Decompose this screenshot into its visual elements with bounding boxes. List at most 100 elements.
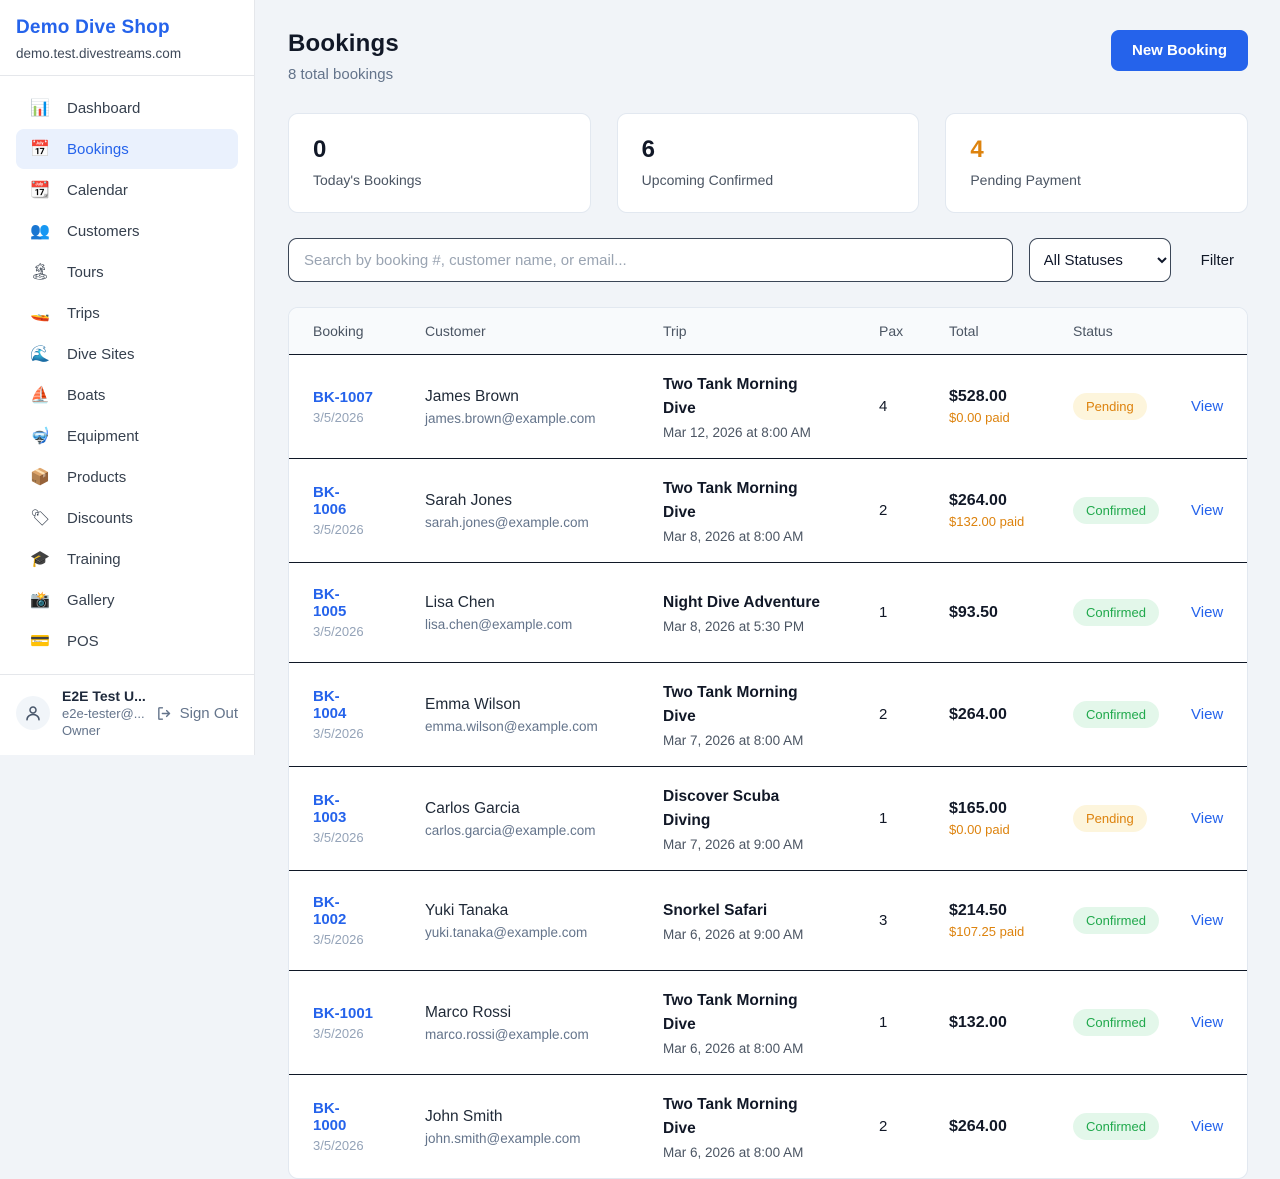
sidebar-item-tours[interactable]: 🏝 Tours	[16, 252, 238, 292]
sidebar-item-label: Customers	[67, 223, 140, 240]
view-link[interactable]: View	[1191, 1014, 1223, 1031]
sidebar-item-trips[interactable]: 🚤 Trips	[16, 293, 238, 333]
booking-cell: BK-1007 3/5/2026	[313, 389, 425, 425]
booking-created-date: 3/5/2026	[313, 410, 413, 425]
actions-cell: View	[1191, 810, 1235, 828]
brand-title[interactable]: Demo Dive Shop	[16, 17, 238, 39]
booking-id-link[interactable]: BK-1002	[313, 894, 357, 928]
customer-cell: Sarah Jones sarah.jones@example.com	[425, 492, 663, 530]
dive-sites-icon: 🌊	[30, 344, 50, 364]
page-title: Bookings	[288, 30, 399, 58]
booking-id-link[interactable]: BK-1001	[313, 1005, 373, 1022]
view-link[interactable]: View	[1191, 604, 1223, 621]
trip-name: Two Tank Morning Dive	[663, 1093, 825, 1141]
sidebar-item-bookings[interactable]: 📅 Bookings	[16, 129, 238, 169]
trip-datetime: Mar 6, 2026 at 8:00 AM	[663, 1041, 867, 1056]
booking-created-date: 3/5/2026	[313, 726, 413, 741]
booking-created-date: 3/5/2026	[313, 1138, 413, 1153]
view-link[interactable]: View	[1191, 1118, 1223, 1135]
sidebar-item-training[interactable]: 🎓 Training	[16, 539, 238, 579]
sidebar-item-label: Gallery	[67, 592, 115, 609]
customer-name: John Smith	[425, 1108, 651, 1126]
total-cell: $528.00 $0.00 paid	[949, 388, 1073, 425]
sidebar-item-customers[interactable]: 👥 Customers	[16, 211, 238, 251]
booking-id-link[interactable]: BK-1003	[313, 792, 357, 826]
trip-datetime: Mar 7, 2026 at 8:00 AM	[663, 733, 867, 748]
paid-amount: $0.00 paid	[949, 410, 1029, 425]
sidebar-item-dive-sites[interactable]: 🌊 Dive Sites	[16, 334, 238, 374]
status-cell: Confirmed	[1073, 907, 1191, 934]
actions-cell: View	[1191, 1118, 1235, 1136]
sidebar-item-calendar[interactable]: 📆 Calendar	[16, 170, 238, 210]
trips-icon: 🚤	[30, 303, 50, 323]
booking-id-link[interactable]: BK-1000	[313, 1100, 357, 1134]
status-cell: Confirmed	[1073, 1009, 1191, 1036]
products-icon: 📦	[30, 467, 50, 487]
customer-email: emma.wilson@example.com	[425, 719, 651, 734]
customer-name: James Brown	[425, 388, 651, 406]
view-link[interactable]: View	[1191, 502, 1223, 519]
pax-count: 2	[879, 706, 949, 723]
booking-id-link[interactable]: BK-1007	[313, 389, 373, 406]
trip-datetime: Mar 7, 2026 at 9:00 AM	[663, 837, 867, 852]
customers-icon: 👥	[30, 221, 50, 241]
trip-datetime: Mar 8, 2026 at 5:30 PM	[663, 619, 867, 634]
total-amount: $528.00	[949, 388, 1061, 406]
pax-count: 2	[879, 502, 949, 519]
table-row: BK-1005 3/5/2026 Lisa Chen lisa.chen@exa…	[289, 563, 1247, 663]
total-amount: $214.50	[949, 902, 1061, 920]
booking-created-date: 3/5/2026	[313, 932, 413, 947]
search-input[interactable]	[288, 238, 1013, 282]
sidebar-item-dashboard[interactable]: 📊 Dashboard	[16, 88, 238, 128]
status-badge: Confirmed	[1073, 1113, 1159, 1140]
booking-id-link[interactable]: BK-1004	[313, 688, 357, 722]
trip-datetime: Mar 6, 2026 at 9:00 AM	[663, 927, 867, 942]
sidebar-item-gallery[interactable]: 📸 Gallery	[16, 580, 238, 620]
sidebar-item-pos[interactable]: 💳 POS	[16, 621, 238, 661]
bookings-icon: 📅	[30, 139, 50, 159]
pax-count: 2	[879, 1118, 949, 1135]
stat-card: 0 Today's Bookings	[288, 113, 591, 213]
view-link[interactable]: View	[1191, 912, 1223, 929]
page-header-text: Bookings 8 total bookings	[288, 30, 399, 83]
booking-cell: BK-1003 3/5/2026	[313, 792, 425, 845]
view-link[interactable]: View	[1191, 706, 1223, 723]
stat-card: 4 Pending Payment	[945, 113, 1248, 213]
sidebar-item-boats[interactable]: ⛵ Boats	[16, 375, 238, 415]
status-badge: Pending	[1073, 805, 1147, 832]
booking-id-link[interactable]: BK-1005	[313, 586, 357, 620]
customer-email: marco.rossi@example.com	[425, 1027, 651, 1042]
trip-cell: Snorkel Safari Mar 6, 2026 at 9:00 AM	[663, 899, 879, 942]
sidebar-item-products[interactable]: 📦 Products	[16, 457, 238, 497]
customer-cell: Marco Rossi marco.rossi@example.com	[425, 1004, 663, 1042]
customer-cell: James Brown james.brown@example.com	[425, 388, 663, 426]
main-content: Bookings 8 total bookings New Booking 0 …	[256, 0, 1280, 1162]
view-link[interactable]: View	[1191, 810, 1223, 827]
sign-out-button[interactable]: Sign Out	[156, 705, 238, 722]
booking-cell: BK-1004 3/5/2026	[313, 688, 425, 741]
customer-email: yuki.tanaka@example.com	[425, 925, 651, 940]
sidebar-item-label: Bookings	[67, 141, 129, 158]
stat-card: 6 Upcoming Confirmed	[617, 113, 920, 213]
column-header-customer: Customer	[425, 323, 663, 339]
trip-cell: Two Tank Morning Dive Mar 6, 2026 at 8:0…	[663, 1093, 879, 1160]
status-cell: Pending	[1073, 393, 1191, 420]
stat-label: Pending Payment	[970, 172, 1223, 188]
trip-datetime: Mar 6, 2026 at 8:00 AM	[663, 1145, 867, 1160]
booking-id-link[interactable]: BK-1006	[313, 484, 357, 518]
new-booking-button[interactable]: New Booking	[1111, 30, 1248, 71]
sidebar-item-label: Equipment	[67, 428, 139, 445]
sidebar-item-equipment[interactable]: 🤿 Equipment	[16, 416, 238, 456]
sidebar-item-label: Trips	[67, 305, 100, 322]
pax-count: 1	[879, 1014, 949, 1031]
sidebar-item-label: POS	[67, 633, 99, 650]
filter-button[interactable]: Filter	[1187, 252, 1248, 269]
view-link[interactable]: View	[1191, 398, 1223, 415]
booking-cell: BK-1005 3/5/2026	[313, 586, 425, 639]
sidebar-item-discounts[interactable]: 🏷 Discounts	[16, 498, 238, 538]
column-header-status: Status	[1073, 323, 1191, 339]
status-filter-select[interactable]: All Statuses	[1029, 238, 1171, 282]
table-row: BK-1001 3/5/2026 Marco Rossi marco.rossi…	[289, 971, 1247, 1075]
stat-value: 6	[642, 136, 895, 164]
total-amount: $132.00	[949, 1014, 1061, 1032]
